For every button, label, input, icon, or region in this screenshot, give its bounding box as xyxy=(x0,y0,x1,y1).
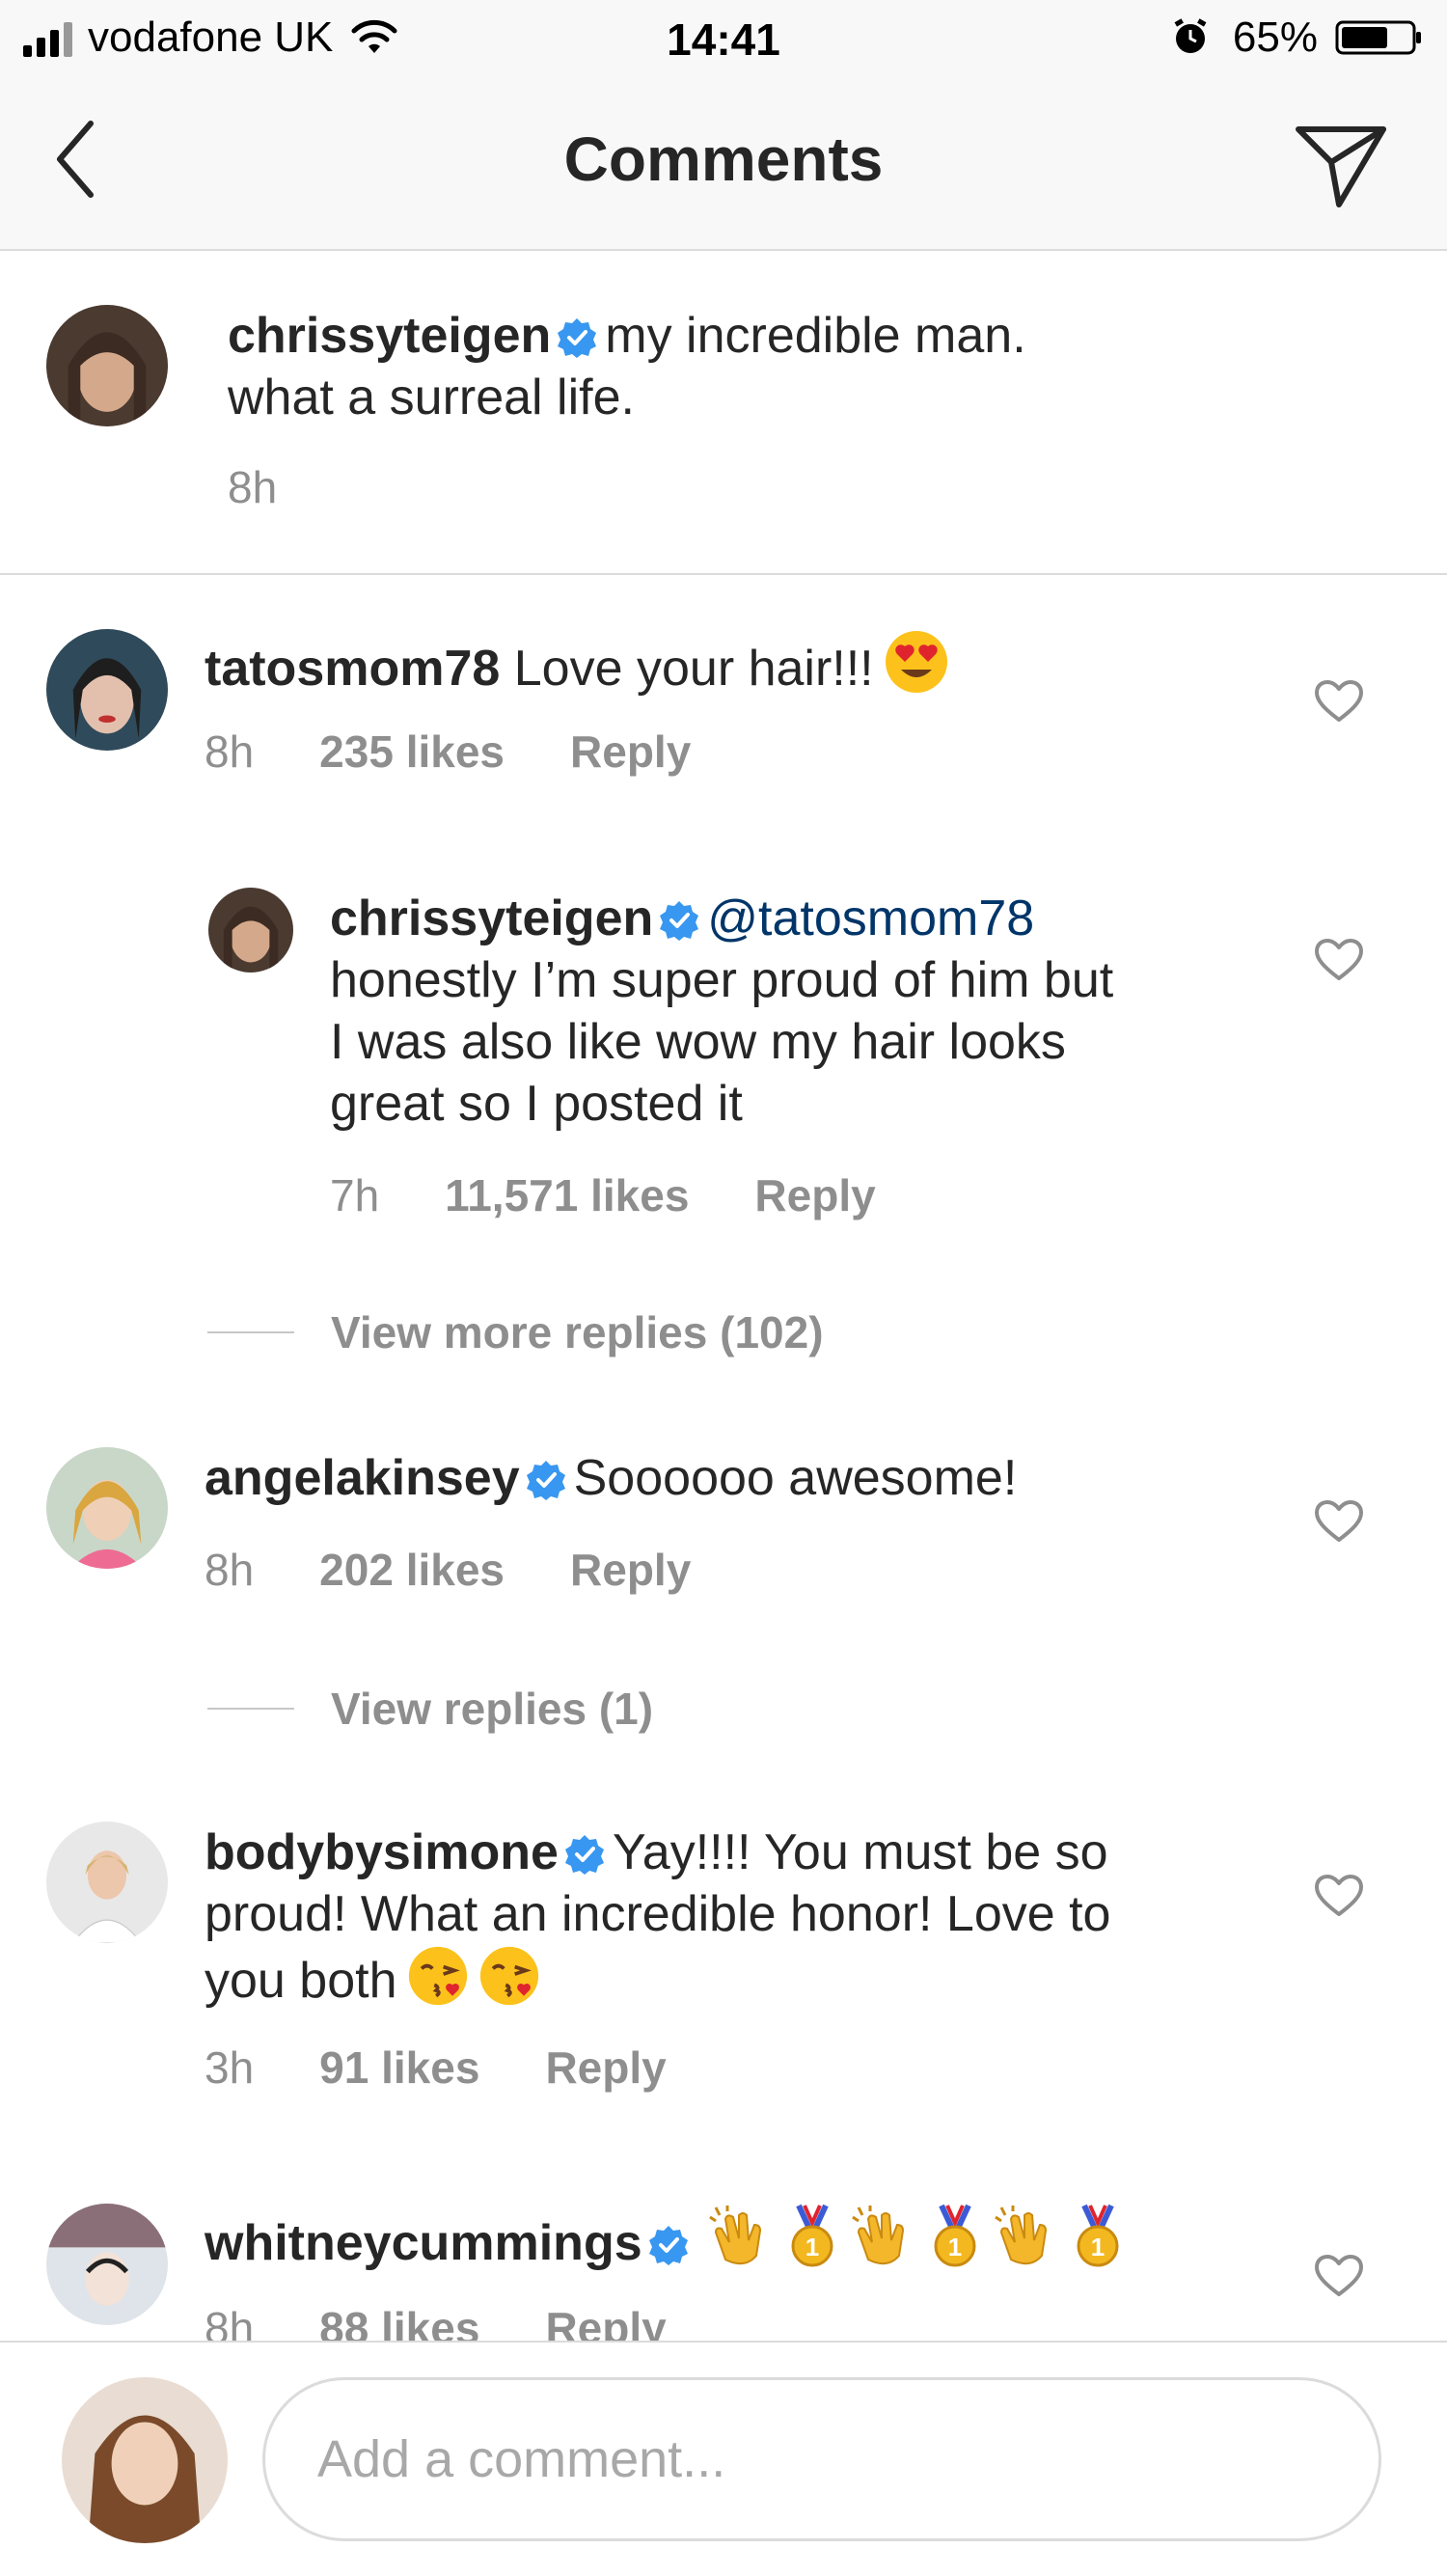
clap-emoji xyxy=(994,2206,1047,2265)
medal-emoji: 1 xyxy=(791,2204,833,2267)
medal-emoji: 1 xyxy=(934,2204,976,2267)
clap-emoji xyxy=(851,2206,904,2265)
reply-button[interactable]: Reply xyxy=(754,1169,875,1221)
comment-body: Yay!!!! You must be so xyxy=(612,1824,1108,1880)
verified-icon xyxy=(648,2226,688,2265)
reply-username[interactable]: chrissyteigen xyxy=(330,891,653,946)
heart-icon[interactable] xyxy=(1314,938,1364,982)
comment-meta: 8h 202 likes Reply xyxy=(205,1544,691,1596)
avatar[interactable] xyxy=(208,888,293,973)
comment-text: whitneycummings 1 1 1 xyxy=(205,2204,1295,2274)
view-more-replies-label: View more replies (102) xyxy=(331,1307,824,1357)
clap-emoji xyxy=(708,2206,761,2265)
reply-mention[interactable]: @tatosmom78 xyxy=(707,891,1034,946)
heart-icon[interactable] xyxy=(1314,2254,1364,2298)
comment-body: Love your hair!!! xyxy=(513,641,874,697)
comment-username[interactable]: bodybysimone xyxy=(205,1824,559,1880)
reply-button[interactable]: Reply xyxy=(570,726,691,778)
comment-input-container[interactable] xyxy=(262,2377,1381,2541)
battery-percent: 65% xyxy=(1232,14,1318,61)
comment-username[interactable]: whitneycummings xyxy=(205,2215,642,2271)
comment-likes[interactable]: 202 likes xyxy=(319,1544,505,1596)
comment-meta: 3h 91 likes Reply xyxy=(205,2042,667,2094)
caption-meta: 8h xyxy=(228,461,277,513)
heart-eyes-emoji xyxy=(885,631,947,693)
medal-emoji: 1 xyxy=(1077,2204,1119,2267)
reply-time: 7h xyxy=(330,1170,380,1220)
comment-text: tatosmom78 Love your hair!!! xyxy=(205,629,1295,699)
avatar[interactable] xyxy=(46,305,168,426)
caption-username[interactable]: chrissyteigen xyxy=(228,308,551,364)
avatar[interactable] xyxy=(46,629,168,751)
kiss-emoji xyxy=(408,1946,467,2006)
comment-time: 3h xyxy=(205,2042,255,2093)
avatar[interactable] xyxy=(46,1447,168,1569)
caption-text: chrissyteigen my incredible man. what a su… xyxy=(228,305,1337,428)
comment-meta: 8h 235 likes Reply xyxy=(205,726,691,778)
reply-line1: honestly I’m super proud of him but xyxy=(330,952,1114,1008)
comment-body-line2: proud! What an incredible honor! Love to xyxy=(205,1886,1111,1942)
status-bar: vodafone UK 14:41 65% xyxy=(0,0,1447,77)
reply-likes[interactable]: 11,571 likes xyxy=(445,1169,689,1221)
svg-text:1: 1 xyxy=(805,2233,818,2261)
reply-button[interactable]: Reply xyxy=(545,2042,666,2094)
divider-line xyxy=(207,1331,294,1333)
caption-time: 8h xyxy=(228,462,278,512)
view-replies-label: View replies (1) xyxy=(331,1684,654,1734)
comment-input[interactable] xyxy=(315,2425,1323,2494)
comment-username[interactable]: tatosmom78 xyxy=(205,641,500,697)
alarm-icon xyxy=(1174,18,1207,53)
avatar[interactable] xyxy=(46,1822,168,1943)
verified-icon xyxy=(558,318,597,358)
caption-body-line2: what a surreal life. xyxy=(228,370,635,425)
comment-time: 8h xyxy=(205,1545,255,1595)
verified-icon xyxy=(660,901,699,941)
view-replies[interactable]: View replies (1) xyxy=(207,1683,653,1735)
comment-body-line3: you both xyxy=(205,1953,397,2009)
divider-line xyxy=(207,1708,294,1710)
svg-text:1: 1 xyxy=(1090,2233,1104,2261)
reply-line2: I was also like wow my hair looks xyxy=(330,1014,1066,1070)
battery-icon xyxy=(1335,20,1421,55)
comment-composer xyxy=(0,2341,1447,2576)
reply-text: chrissyteigen @tatosmom78 honestly I’m sup… xyxy=(330,888,1314,1135)
comment-username[interactable]: angelakinsey xyxy=(205,1450,520,1506)
heart-icon[interactable] xyxy=(1314,679,1364,724)
heart-icon[interactable] xyxy=(1314,1499,1364,1544)
comment-time: 8h xyxy=(205,726,255,777)
comment-text: angelakinsey Soooooo awesome! xyxy=(205,1447,1295,1509)
verified-icon xyxy=(564,1835,604,1875)
reply-meta: 7h 11,571 likes Reply xyxy=(330,1169,876,1221)
svg-text:1: 1 xyxy=(947,2233,961,2261)
verified-icon xyxy=(526,1461,565,1500)
caption-body: my incredible man. xyxy=(605,308,1026,364)
comment-text: bodybysimone Yay!!!! You must be so proud!… xyxy=(205,1822,1295,2012)
comment-likes[interactable]: 235 likes xyxy=(319,726,505,778)
navigation-bar: Comments xyxy=(0,77,1447,251)
avatar[interactable] xyxy=(46,2204,168,2325)
heart-icon[interactable] xyxy=(1314,1874,1364,1918)
reply-button[interactable]: Reply xyxy=(570,1544,691,1596)
avatar xyxy=(62,2377,228,2543)
view-more-replies[interactable]: View more replies (102) xyxy=(207,1306,824,1358)
reply-line3: great so I posted it xyxy=(330,1076,743,1132)
status-right: 65% xyxy=(1171,14,1424,62)
kiss-emoji xyxy=(479,1946,538,2006)
page-title: Comments xyxy=(563,124,884,194)
send-icon[interactable] xyxy=(1293,116,1389,212)
divider xyxy=(0,573,1447,575)
comment-body: Soooooo awesome! xyxy=(573,1450,1018,1506)
comment-likes[interactable]: 91 likes xyxy=(319,2042,479,2094)
